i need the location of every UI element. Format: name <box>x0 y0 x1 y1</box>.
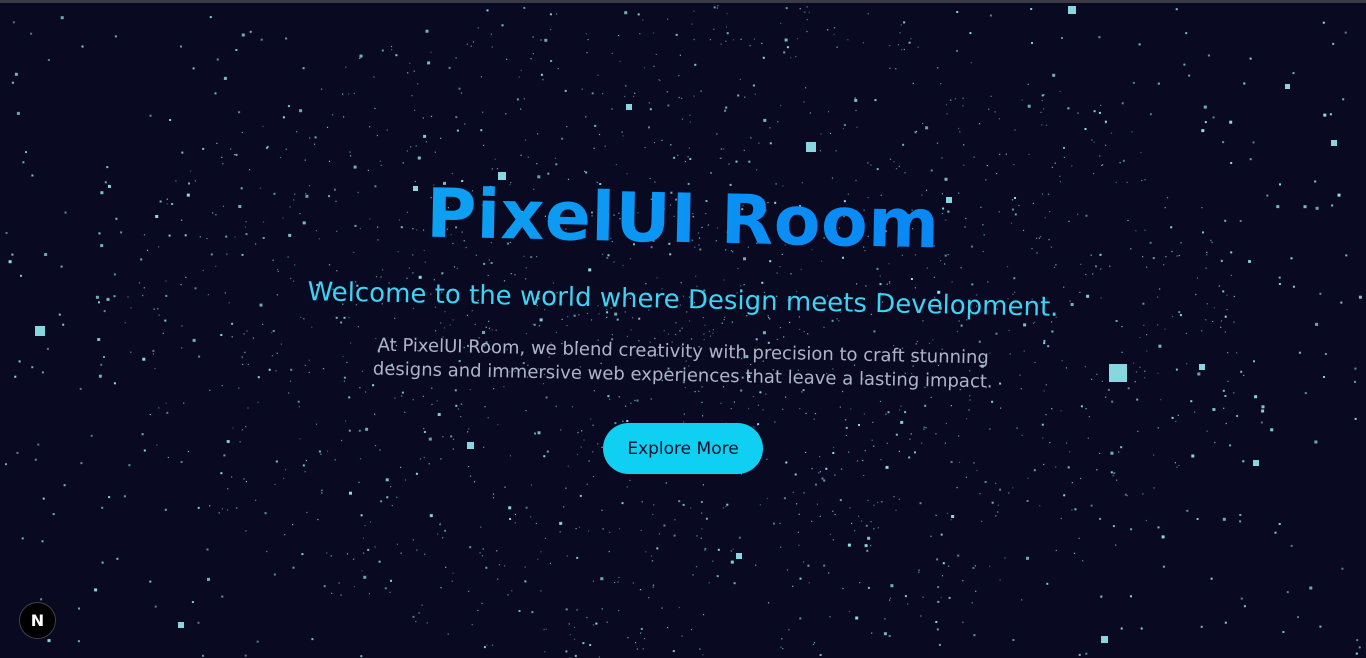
nextjs-logo-icon[interactable]: N <box>19 602 56 639</box>
nextjs-badge-letter: N <box>30 610 45 630</box>
window-top-border <box>0 0 1366 3</box>
hero-subtitle: Welcome to the world where Design meets … <box>307 277 1059 323</box>
hero-title: PixelUI Room <box>0 162 1366 279</box>
explore-more-button[interactable]: Explore More <box>603 423 763 474</box>
hero-description: At PixelUI Room, we blend creativity wit… <box>372 334 993 393</box>
hero-section: PixelUI Room Welcome to the world where … <box>0 0 1366 658</box>
